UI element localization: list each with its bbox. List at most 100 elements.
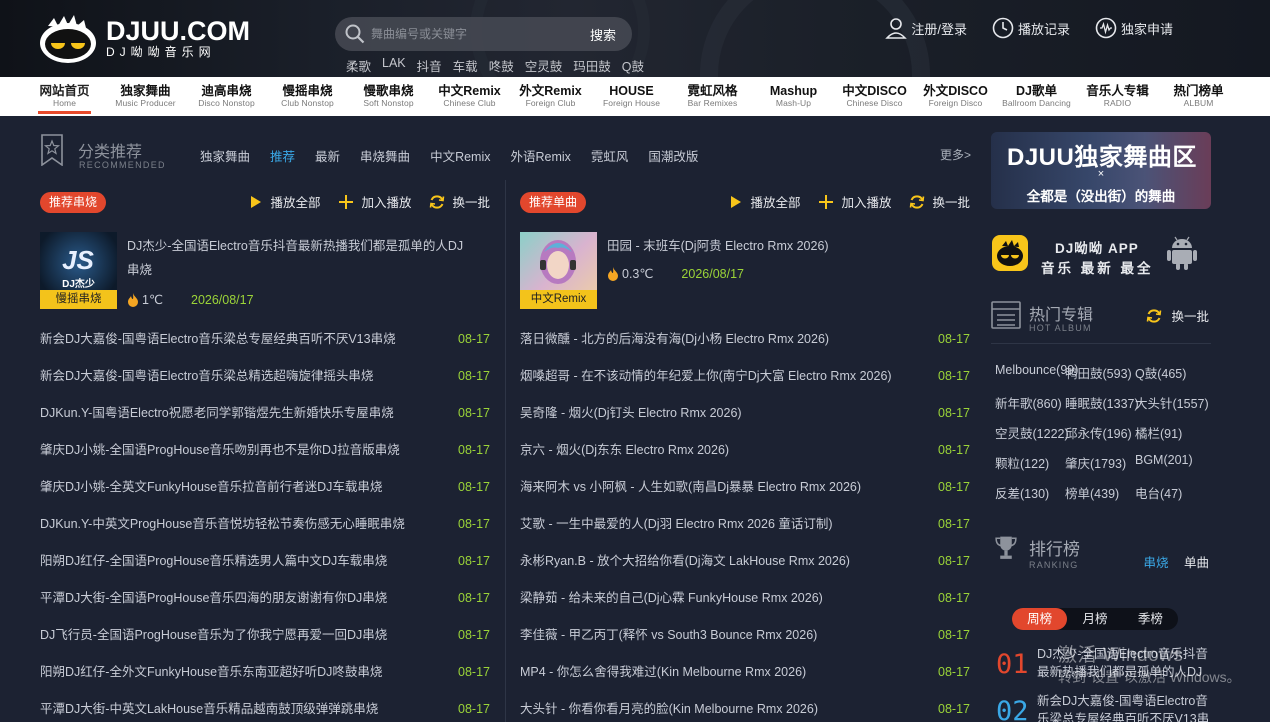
login-link[interactable]: 注册/登录 [885, 17, 967, 39]
hot-keyword[interactable]: 柔歌 [346, 56, 371, 75]
tab-neon[interactable]: 霓虹风 [591, 146, 629, 165]
featured-title[interactable]: DJ杰少-全国语Electro音乐抖音最新热播我们都是孤单的人DJ串烧 [127, 234, 467, 282]
track-title[interactable]: 大头针 - 你看你看月亮的脸(Kin Melbourne Rmx 2026) [520, 691, 818, 722]
album-tag[interactable]: 空灵鼓(1222) [995, 423, 1069, 453]
add-to-playlist-button[interactable]: 加入播放 [818, 192, 891, 211]
track-row[interactable]: 阳朔DJ红仔-全外文FunkyHouse音乐东南亚超好听DJ咚鼓串烧 08-17 [40, 654, 490, 691]
nav-item[interactable]: 外文Remix Foreign Club [510, 77, 591, 116]
category-tag[interactable]: 中文Remix [520, 290, 597, 309]
track-title[interactable]: 烟嗓超哥 - 在不该动情的年纪爱上你(南宁Dj大富 Electro Rmx 20… [520, 358, 892, 395]
tab-nonstop[interactable]: 串烧 [1143, 556, 1168, 570]
search-button[interactable]: 搜索 [590, 25, 616, 44]
track-row[interactable]: 梁静茹 - 给未来的自己(Dj心霖 FunkyHouse Rmx 2026) 08… [520, 580, 970, 617]
album-tag[interactable]: Q鼓(465) [1135, 363, 1205, 393]
tab-single[interactable]: 单曲 [1184, 556, 1209, 570]
track-title[interactable]: 梁静茹 - 给未来的自己(Dj心霖 FunkyHouse Rmx 2026) [520, 580, 823, 617]
site-logo[interactable]: DJUU.COM DJ呦呦音乐网 [38, 12, 250, 64]
track-title[interactable]: MP4 - 你怎么舍得我难过(Kin Melbourne Rmx 2026) [520, 654, 806, 691]
nav-item[interactable]: 热门榜单 ALBUM [1158, 77, 1239, 116]
rank-item[interactable]: 02 新会DJ大嘉俊-国粤语Electro音乐梁总专屋经典百听不厌V13串烧 [996, 692, 1211, 722]
play-all-button[interactable]: 播放全部 [727, 192, 800, 211]
track-row[interactable]: 李佳薇 - 甲乙丙丁(释怀 vs South3 Bounce Rmx 2026)… [520, 617, 970, 654]
album-tag[interactable]: 反差(130) [995, 483, 1065, 513]
tab-latest[interactable]: 最新 [315, 146, 340, 165]
track-title[interactable]: 阳朔DJ红仔-全外文FunkyHouse音乐东南亚超好听DJ咚鼓串烧 [40, 654, 382, 691]
tab-week[interactable]: 周榜 [1012, 608, 1068, 630]
album-tag[interactable]: BGM(201) [1135, 453, 1205, 483]
nav-item[interactable]: 迪高串烧 Disco Nonstop [186, 77, 267, 116]
track-title[interactable]: 永彬Ryan.B - 放个大招给你看(Dj海文 LakHouse Rmx 202… [520, 543, 850, 580]
track-title[interactable]: 新会DJ大嘉俊-国粤语Electro音乐梁总专屋经典百听不厌V13串烧 [40, 321, 396, 358]
exclusive-banner[interactable]: DJUU独家舞曲区 × 全都是（没出街）的舞曲 [991, 132, 1211, 209]
nav-item[interactable]: HOUSE Foreign House [591, 77, 672, 116]
track-row[interactable]: 海来阿木 vs 小阿枫 - 人生如歌(南昌Dj暴暴 Electro Rmx 20… [520, 469, 970, 506]
nav-item[interactable]: 独家舞曲 Music Producer [105, 77, 186, 116]
featured-title[interactable]: 田园 - 末班车(Dj阿贵 Electro Rmx 2026) [607, 234, 947, 258]
track-row[interactable]: 阳朔DJ红仔-全国语ProgHouse音乐精选男人篇中文DJ车载串烧 08-17 [40, 543, 490, 580]
featured-track[interactable]: 中文Remix 田园 - 末班车(Dj阿贵 Electro Rmx 2026) … [520, 232, 970, 312]
hot-keyword[interactable]: Q鼓 [622, 56, 644, 75]
tab-chinese-remix[interactable]: 中文Remix [430, 146, 490, 165]
tab-exclusive[interactable]: 独家舞曲 [200, 146, 250, 165]
more-link[interactable]: 更多> [940, 146, 971, 163]
track-title[interactable]: DJ飞行员-全国语ProgHouse音乐为了你我宁愿再爱一回DJ串烧 [40, 617, 387, 654]
apply-link[interactable]: 独家申请 [1095, 17, 1173, 39]
track-title[interactable]: 海来阿木 vs 小阿枫 - 人生如歌(南昌Dj暴暴 Electro Rmx 20… [520, 469, 861, 506]
track-row[interactable]: DJKun.Y-国粤语Electro祝愿老同学郭锴煜先生新婚快乐专屋串烧 08-1… [40, 395, 490, 432]
album-tag[interactable]: 肇庆(1793) [1065, 453, 1135, 483]
track-row[interactable]: 平潭DJ大街-全国语ProgHouse音乐四海的朋友谢谢有你DJ串烧 08-17 [40, 580, 490, 617]
add-to-playlist-button[interactable]: 加入播放 [338, 192, 411, 211]
track-row[interactable]: 永彬Ryan.B - 放个大招给你看(Dj海文 LakHouse Rmx 202… [520, 543, 970, 580]
nav-item[interactable]: 音乐人专辑 RADIO [1077, 77, 1158, 116]
track-row[interactable]: DJ飞行员-全国语ProgHouse音乐为了你我宁愿再爱一回DJ串烧 08-17 [40, 617, 490, 654]
hot-keyword[interactable]: 空灵鼓 [525, 56, 563, 75]
tab-season[interactable]: 季榜 [1123, 608, 1178, 630]
track-row[interactable]: MP4 - 你怎么舍得我难过(Kin Melbourne Rmx 2026) 08… [520, 654, 970, 691]
track-title[interactable]: 吴奇隆 - 烟火(Dj钉头 Electro Rmx 2026) [520, 395, 742, 432]
nav-item[interactable]: 慢摇串烧 Club Nonstop [267, 77, 348, 116]
refresh-button[interactable]: 换一批 [909, 192, 970, 211]
album-tag[interactable]: 颗粒(122) [995, 453, 1065, 483]
nav-item[interactable]: 慢歌串烧 Soft Nonstop [348, 77, 429, 116]
tab-month[interactable]: 月榜 [1067, 608, 1122, 630]
album-tag[interactable]: 电台(47) [1135, 483, 1205, 513]
track-title[interactable]: 肇庆DJ小姚-全英文FunkyHouse音乐拉音前行者迷DJ车载串烧 [40, 469, 382, 506]
album-tag[interactable]: 鸭田鼓(593) [1065, 363, 1135, 393]
track-row[interactable]: 肇庆DJ小姚-全国语ProgHouse音乐吻别再也不是你DJ拉音版串烧 08-17 [40, 432, 490, 469]
track-title[interactable]: 李佳薇 - 甲乙丙丁(释怀 vs South3 Bounce Rmx 2026) [520, 617, 817, 654]
featured-cover[interactable]: 中文Remix [520, 232, 597, 309]
track-title[interactable]: DJKun.Y-中英文ProgHouse音乐音悦坊轻松节奏伤感无心睡眠串烧 [40, 506, 405, 543]
nav-item[interactable]: DJ歌单 Ballroom Dancing [996, 77, 1077, 116]
track-row[interactable]: 新会DJ大嘉俊-国粤语Electro音乐梁总专屋经典百听不厌V13串烧 08-17 [40, 321, 490, 358]
track-row[interactable]: 艾歌 - 一生中最爱的人(Dj羽 Electro Rmx 2026 童话订制) 0… [520, 506, 970, 543]
track-title[interactable]: 京六 - 烟火(Dj东东 Electro Rmx 2026) [520, 432, 729, 469]
hot-keyword[interactable]: 车载 [453, 56, 478, 75]
tab-foreign-remix[interactable]: 外语Remix [510, 146, 570, 165]
history-link[interactable]: 播放记录 [992, 17, 1070, 39]
play-all-button[interactable]: 播放全部 [247, 192, 320, 211]
nav-item[interactable]: 外文DISCO Foreign Disco [915, 77, 996, 116]
track-row[interactable]: 吴奇隆 - 烟火(Dj钉头 Electro Rmx 2026) 08-17 [520, 395, 970, 432]
refresh-button[interactable]: 换一批 [429, 192, 490, 211]
track-title[interactable]: 艾歌 - 一生中最爱的人(Dj羽 Electro Rmx 2026 童话订制) [520, 506, 833, 543]
nav-item[interactable]: 中文Remix Chinese Club [429, 77, 510, 116]
track-title[interactable]: 肇庆DJ小姚-全国语ProgHouse音乐吻别再也不是你DJ拉音版串烧 [40, 432, 400, 469]
nav-item[interactable]: Mashup Mash-Up [753, 77, 834, 116]
nav-item[interactable]: 中文DISCO Chinese Disco [834, 77, 915, 116]
track-row[interactable]: 落日微醺 - 北方的后海没有海(Dj小杨 Electro Rmx 2026) 08… [520, 321, 970, 358]
track-row[interactable]: 京六 - 烟火(Dj东东 Electro Rmx 2026) 08-17 [520, 432, 970, 469]
track-row[interactable]: 大头针 - 你看你看月亮的脸(Kin Melbourne Rmx 2026) 08… [520, 691, 970, 722]
track-title[interactable]: 新会DJ大嘉俊-国粤语Electro音乐梁总精选超嗨旋律摇头串烧 [40, 358, 373, 395]
nav-item[interactable]: 网站首页 Home [24, 77, 105, 116]
search-input[interactable] [371, 27, 590, 41]
track-row[interactable]: 烟嗓超哥 - 在不该动情的年纪爱上你(南宁Dj大富 Electro Rmx 20… [520, 358, 970, 395]
album-tag[interactable]: 新年歌(860) [995, 393, 1065, 423]
hot-keyword[interactable]: LAK [382, 56, 406, 75]
category-tag[interactable]: 慢摇串烧 [40, 290, 117, 309]
rank-title[interactable]: 新会DJ大嘉俊-国粤语Electro音乐梁总专屋经典百听不厌V13串烧 [1037, 692, 1211, 722]
tab-nonstop[interactable]: 串烧舞曲 [360, 146, 410, 165]
track-title[interactable]: 平潭DJ大街-全国语ProgHouse音乐四海的朋友谢谢有你DJ串烧 [40, 580, 387, 617]
hot-keyword[interactable]: 抖音 [417, 56, 442, 75]
track-title[interactable]: 平潭DJ大街-中英文LakHouse音乐精品越南鼓顶级弹弹跳串烧 [40, 691, 378, 722]
app-download[interactable]: DJ呦呦 APP 音乐 最新 最全 [991, 233, 1211, 276]
